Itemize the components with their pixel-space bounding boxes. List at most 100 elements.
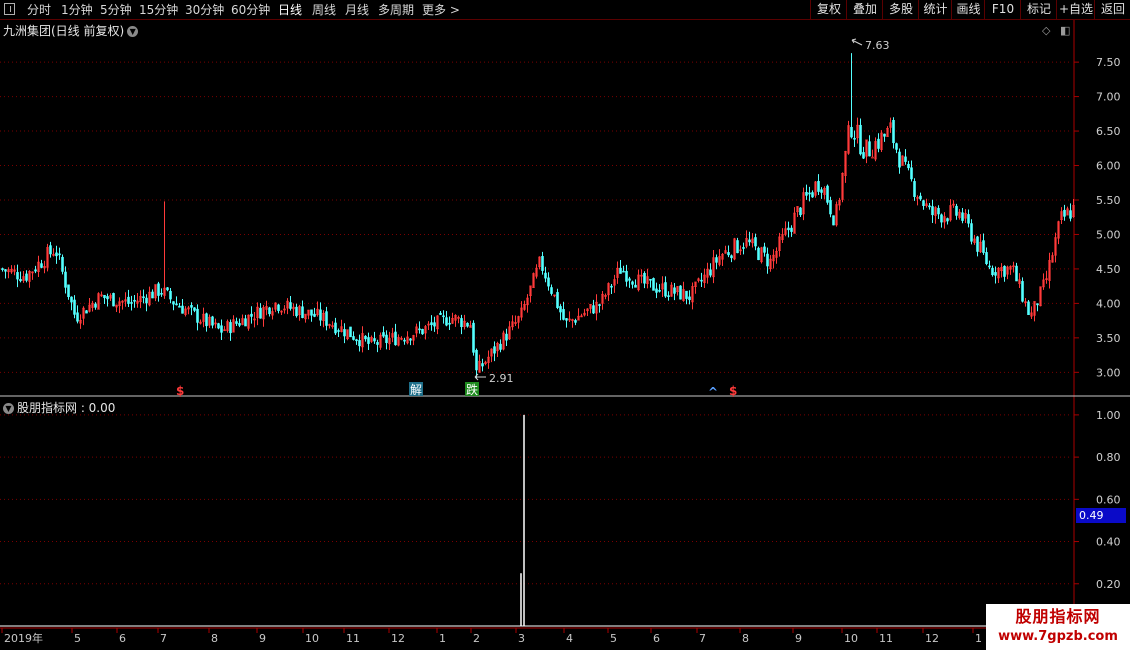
- candle: [562, 301, 565, 321]
- candle: [139, 290, 142, 309]
- candle: [289, 296, 292, 311]
- candle: [55, 245, 58, 264]
- candle: [472, 320, 475, 356]
- candle: [874, 137, 877, 162]
- candle: [457, 315, 460, 324]
- candle: [529, 285, 532, 303]
- candle: [577, 308, 580, 321]
- candle: [784, 221, 787, 237]
- time-tick-label: 1: [975, 632, 982, 645]
- candle: [346, 329, 349, 341]
- candle: [184, 306, 187, 317]
- candle: [643, 271, 646, 289]
- candle: [796, 206, 799, 218]
- candle: [454, 314, 457, 327]
- candle: [232, 315, 235, 333]
- candle: [880, 130, 883, 153]
- candle: [31, 271, 34, 280]
- candle: [1036, 303, 1039, 312]
- candle: [937, 205, 940, 220]
- candle: [430, 315, 433, 331]
- candle: [1042, 273, 1045, 290]
- candle: [535, 264, 538, 279]
- candle: [811, 190, 814, 198]
- candle: [517, 315, 520, 329]
- candle: [4, 268, 7, 279]
- candle: [445, 311, 448, 327]
- indicator-axis: 1.00 0.80 0.60 0.40 0.20: [1074, 409, 1121, 591]
- candle: [505, 328, 508, 347]
- indicator-title: ▼ 股朋指标网 : 0.00: [3, 399, 115, 416]
- candle: [1012, 261, 1015, 273]
- candle: [787, 221, 790, 238]
- candle: [805, 184, 808, 200]
- candle: [583, 308, 586, 317]
- candle: [988, 260, 991, 270]
- candle: [832, 215, 835, 226]
- candle: [28, 270, 31, 288]
- price-tick-label: 4.50: [1096, 263, 1121, 276]
- candle: [136, 293, 139, 308]
- candle: [49, 241, 52, 258]
- price-tick-label: 4.00: [1096, 297, 1121, 310]
- candle: [592, 299, 595, 314]
- stock-chart[interactable]: 7.50 7.00 6.50 6.00 5.50 5.00 4.50 4.00 3.50 3.00…: [0, 0, 1130, 650]
- candle: [697, 277, 700, 283]
- candle: [502, 330, 505, 351]
- candle: [439, 311, 442, 316]
- candle: [877, 133, 880, 153]
- diamond-icon[interactable]: ◇: [1042, 24, 1050, 37]
- candle: [547, 272, 550, 291]
- candle: [940, 213, 943, 228]
- candle: [865, 139, 868, 164]
- candle: [283, 305, 286, 314]
- candle: [370, 335, 373, 343]
- candle: [250, 306, 253, 324]
- candle: [385, 330, 388, 350]
- candle: [244, 314, 247, 327]
- time-tick-label: 11: [879, 632, 893, 645]
- low-arrow-icon: [474, 373, 486, 381]
- candle: [589, 303, 592, 314]
- candle: [1006, 265, 1009, 280]
- panel-toggle-icon[interactable]: ◧: [1060, 24, 1070, 37]
- candle: [190, 302, 193, 316]
- candle: [367, 332, 370, 350]
- candle: [973, 234, 976, 245]
- candle: [421, 328, 424, 335]
- time-tick-label: 5: [74, 632, 81, 645]
- candle: [337, 328, 340, 338]
- candle: [712, 250, 715, 284]
- chevron-down-icon[interactable]: ▼: [3, 403, 14, 414]
- candle: [910, 160, 913, 182]
- candle: [37, 255, 40, 278]
- price-axis: 7.50 7.00 6.50 6.00 5.50 5.00 4.50 4.00 3.50 3.00: [1074, 56, 1121, 379]
- candle: [391, 327, 394, 343]
- candle: [349, 326, 352, 338]
- candle: [637, 269, 640, 292]
- candle: [160, 288, 163, 297]
- candle: [631, 280, 634, 289]
- candle: [553, 294, 556, 298]
- chart-grid: [0, 20, 1130, 629]
- candle: [541, 251, 544, 275]
- candle: [379, 332, 382, 350]
- candle: [946, 217, 949, 225]
- candle: [61, 254, 64, 275]
- high-price-annotation: 7.63: [865, 39, 890, 52]
- chevron-down-icon[interactable]: ▼: [127, 26, 139, 37]
- candle: [388, 331, 391, 351]
- candle: [847, 120, 850, 155]
- time-tick-label: 8: [211, 632, 218, 645]
- candle: [862, 146, 865, 160]
- fall-marker: 跌: [466, 382, 478, 397]
- candle: [418, 321, 421, 334]
- candle: [508, 321, 511, 340]
- candle: [763, 242, 766, 257]
- candle: [478, 354, 481, 373]
- candle: [67, 284, 70, 300]
- candle: [814, 181, 817, 198]
- candle: [361, 326, 364, 353]
- candle: [211, 315, 214, 329]
- candle: [247, 314, 250, 331]
